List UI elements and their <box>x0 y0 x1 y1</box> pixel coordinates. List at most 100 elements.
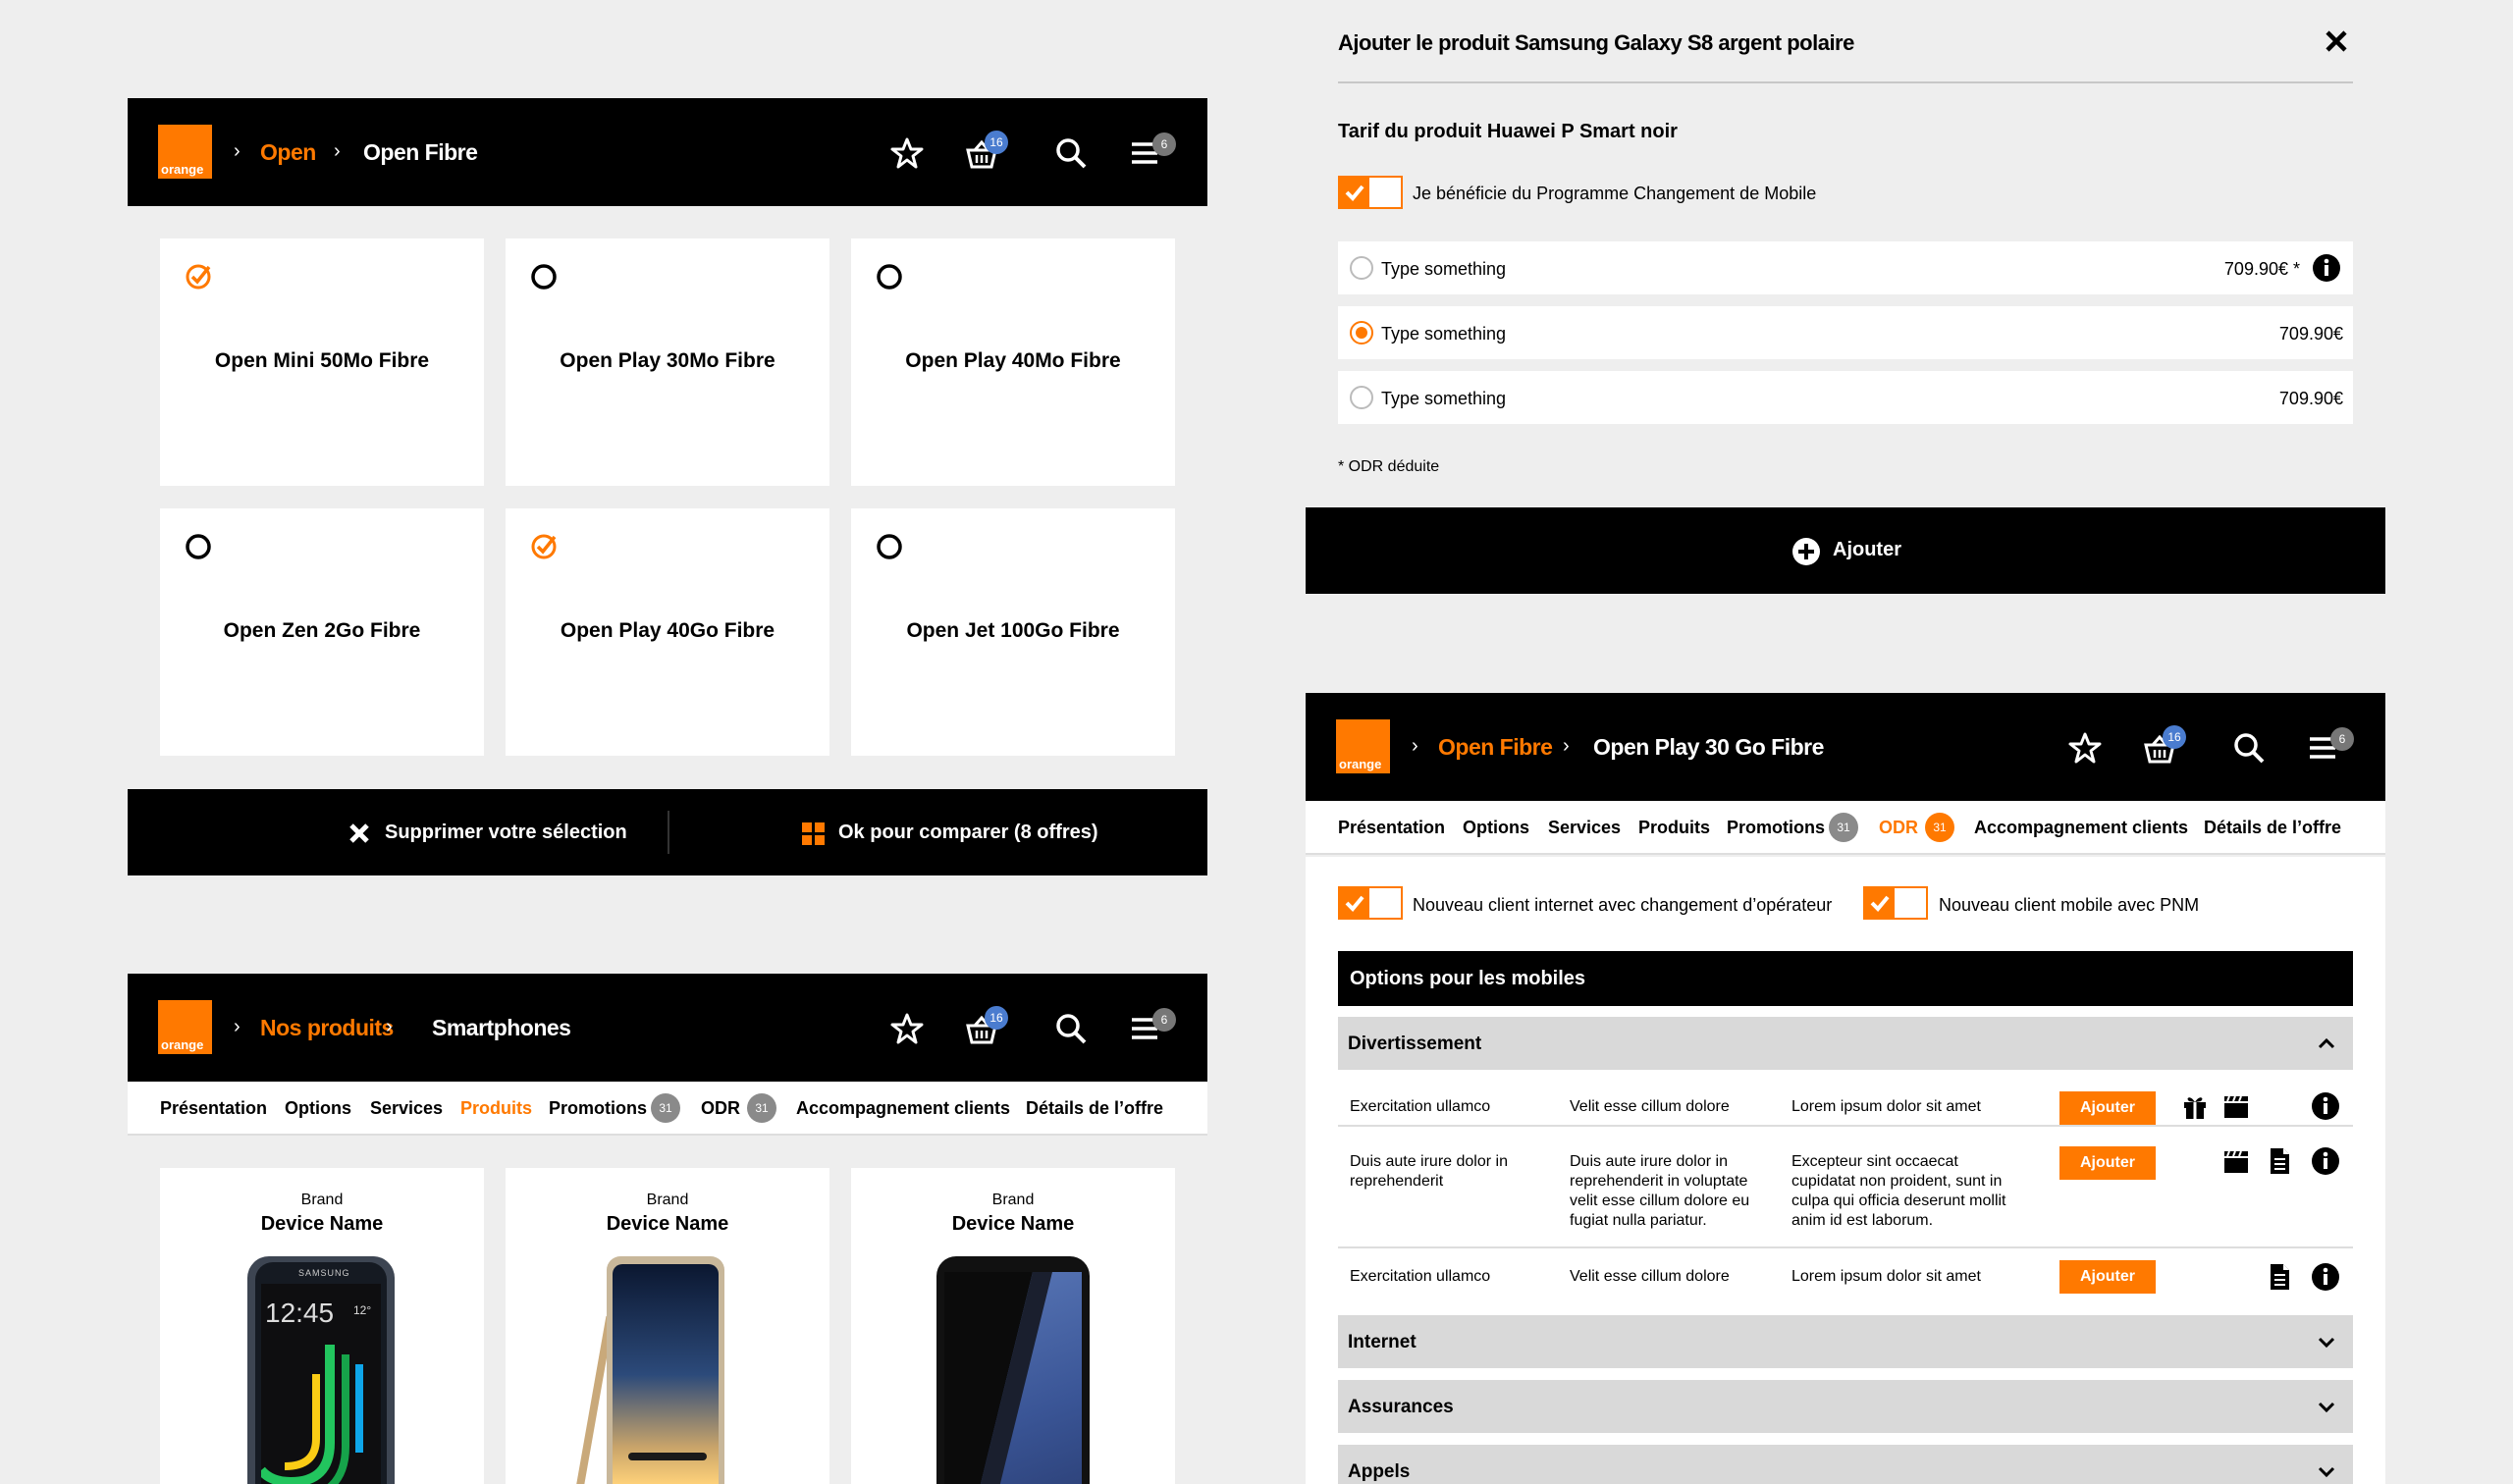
accordion-internet[interactable]: Internet <box>1338 1315 2353 1368</box>
tab-presentation[interactable]: Présentation <box>160 1098 267 1119</box>
orange-logo[interactable]: orange <box>158 1000 212 1054</box>
chevron-down-icon <box>2318 1402 2335 1413</box>
star-icon[interactable] <box>885 132 929 175</box>
price-option-label: Type something <box>1381 389 1507 408</box>
breadcrumb-link-open-fibre[interactable]: Open Fibre <box>1438 734 1553 761</box>
tab-odr[interactable]: ODR <box>1879 818 1918 838</box>
offer-tile[interactable]: Open Play 40Mo Fibre <box>851 238 1175 486</box>
option-cell: Duis aute irure dolor in reprehenderit i… <box>1570 1153 1750 1229</box>
star-icon[interactable] <box>2063 726 2107 769</box>
empty-circle-icon[interactable] <box>529 262 559 292</box>
price-option-row[interactable]: Type something 709.90€ * <box>1338 241 2353 294</box>
chevron-right-icon: › <box>234 1016 241 1037</box>
breadcrumb-link-open[interactable]: Open <box>260 139 316 166</box>
chevron-right-icon: › <box>1563 735 1570 757</box>
add-option-button[interactable]: Ajouter <box>2059 1260 2156 1294</box>
price-option-price: 709.90€ <box>2278 389 2343 408</box>
breadcrumb-link-nos-produits[interactable]: Nos produits <box>260 1015 394 1041</box>
search-icon[interactable] <box>2227 726 2271 769</box>
tab-odr[interactable]: ODR <box>701 1098 740 1119</box>
device-card[interactable]: Brand Device Name <box>851 1168 1175 1484</box>
accordion-label: Divertissement <box>1348 1034 1482 1054</box>
tab-options[interactable]: Options <box>1463 818 1529 838</box>
programme-label: Je bénéficie du Programme Changement de … <box>1413 184 1817 203</box>
offer-tile[interactable]: Open Play 40Go Fibre <box>506 508 829 756</box>
tab-details-offre[interactable]: Détails de l’offre <box>1026 1098 1163 1119</box>
search-icon[interactable] <box>1049 1007 1093 1050</box>
device-brand: Brand <box>646 1192 689 1208</box>
device-brand: Brand <box>991 1192 1035 1208</box>
price-option-price: 709.90€ * <box>2223 259 2300 279</box>
option-cell: Velit esse cillum dolore <box>1570 1098 1730 1115</box>
tab-produits[interactable]: Produits <box>460 1098 532 1119</box>
tab-bar-offer: Présentation Options Services Produits P… <box>1306 801 2385 855</box>
price-option-label: Type something <box>1381 259 1507 279</box>
menu-count-badge: 6 <box>1152 132 1176 156</box>
device-card[interactable]: Brand Device Name SAMSUNG 12:45 12° <box>160 1168 484 1484</box>
offer-tile[interactable]: Open Mini 50Mo Fibre <box>160 238 484 486</box>
add-option-button[interactable]: Ajouter <box>2059 1091 2156 1125</box>
programme-toggle[interactable] <box>1338 176 1403 209</box>
tab-accompagnement[interactable]: Accompagnement clients <box>796 1098 1010 1119</box>
tab-promotions[interactable]: Promotions <box>1727 818 1825 838</box>
add-option-button[interactable]: Ajouter <box>2059 1146 2156 1180</box>
accordion-assurances[interactable]: Assurances <box>1338 1380 2353 1433</box>
tab-services[interactable]: Services <box>370 1098 443 1119</box>
tab-presentation[interactable]: Présentation <box>1338 818 1445 838</box>
radio-button-selected[interactable] <box>1350 321 1373 344</box>
add-product-label: Ajouter <box>1833 539 1901 560</box>
offer-tile[interactable]: Open Jet 100Go Fibre <box>851 508 1175 756</box>
tab-options[interactable]: Options <box>285 1098 351 1119</box>
chevron-down-icon <box>2318 1466 2335 1478</box>
empty-circle-icon[interactable] <box>875 262 904 292</box>
checked-circle-icon[interactable] <box>529 532 559 561</box>
offer-tile[interactable]: Open Play 30Mo Fibre <box>506 238 829 486</box>
clapper-icon[interactable] <box>2221 1146 2251 1176</box>
empty-circle-icon[interactable] <box>875 532 904 561</box>
tab-details-offre[interactable]: Détails de l’offre <box>2204 818 2341 838</box>
search-icon[interactable] <box>1049 132 1093 175</box>
close-icon <box>349 823 369 843</box>
odr-count-badge: 31 <box>1925 813 1954 842</box>
options-panel-header: Options pour les mobiles <box>1338 951 2353 1006</box>
price-option-row[interactable]: Type something 709.90€ <box>1338 306 2353 359</box>
orange-logo[interactable]: orange <box>1336 719 1390 773</box>
mobile-client-label: Nouveau client mobile avec PNM <box>1939 895 2200 915</box>
close-icon[interactable] <box>2325 29 2348 53</box>
mobile-client-toggle[interactable] <box>1863 886 1928 920</box>
empty-circle-icon[interactable] <box>184 532 213 561</box>
info-icon[interactable] <box>2312 253 2341 283</box>
document-icon[interactable] <box>2265 1262 2294 1292</box>
info-icon[interactable] <box>2311 1262 2340 1292</box>
gift-icon[interactable] <box>2180 1091 2210 1121</box>
add-product-button[interactable]: Ajouter <box>1306 507 2385 594</box>
clapper-icon[interactable] <box>2221 1091 2251 1121</box>
info-icon[interactable] <box>2311 1146 2340 1176</box>
accordion-appels[interactable]: Appels <box>1338 1445 2353 1484</box>
price-option-row[interactable]: Type something 709.90€ <box>1338 371 2353 424</box>
star-icon[interactable] <box>885 1007 929 1050</box>
document-icon[interactable] <box>2265 1146 2294 1176</box>
radio-button[interactable] <box>1350 386 1373 409</box>
option-cell: Lorem ipsum dolor sit amet <box>1791 1268 1981 1285</box>
device-card[interactable]: Brand Device Name <box>506 1168 829 1484</box>
info-icon[interactable] <box>2311 1091 2340 1121</box>
check-icon <box>1865 888 1895 918</box>
odr-footnote: * ODR déduite <box>1338 458 1440 475</box>
radio-button[interactable] <box>1350 256 1373 280</box>
tab-accompagnement[interactable]: Accompagnement clients <box>1974 818 2188 838</box>
promotions-count-badge: 31 <box>651 1093 680 1123</box>
header-open-play: orange › Open Fibre › Open Play 30 Go Fi… <box>1306 693 2385 801</box>
internet-client-toggle[interactable] <box>1338 886 1403 920</box>
tab-services[interactable]: Services <box>1548 818 1621 838</box>
orange-logo[interactable]: orange <box>158 125 212 179</box>
device-image-samsung: SAMSUNG 12:45 12° <box>247 1256 395 1484</box>
offer-tile[interactable]: Open Zen 2Go Fibre <box>160 508 484 756</box>
breadcrumb-current: Smartphones <box>432 1015 571 1040</box>
checked-circle-icon[interactable] <box>184 262 213 292</box>
accordion-divertissement[interactable]: Divertissement <box>1338 1017 2353 1070</box>
option-row: Exercitation ullamco Velit esse cillum d… <box>1338 1250 2353 1303</box>
tab-promotions[interactable]: Promotions <box>549 1098 647 1119</box>
remove-selection-label: Supprimer votre sélection <box>385 822 627 843</box>
tab-produits[interactable]: Produits <box>1638 818 1710 838</box>
